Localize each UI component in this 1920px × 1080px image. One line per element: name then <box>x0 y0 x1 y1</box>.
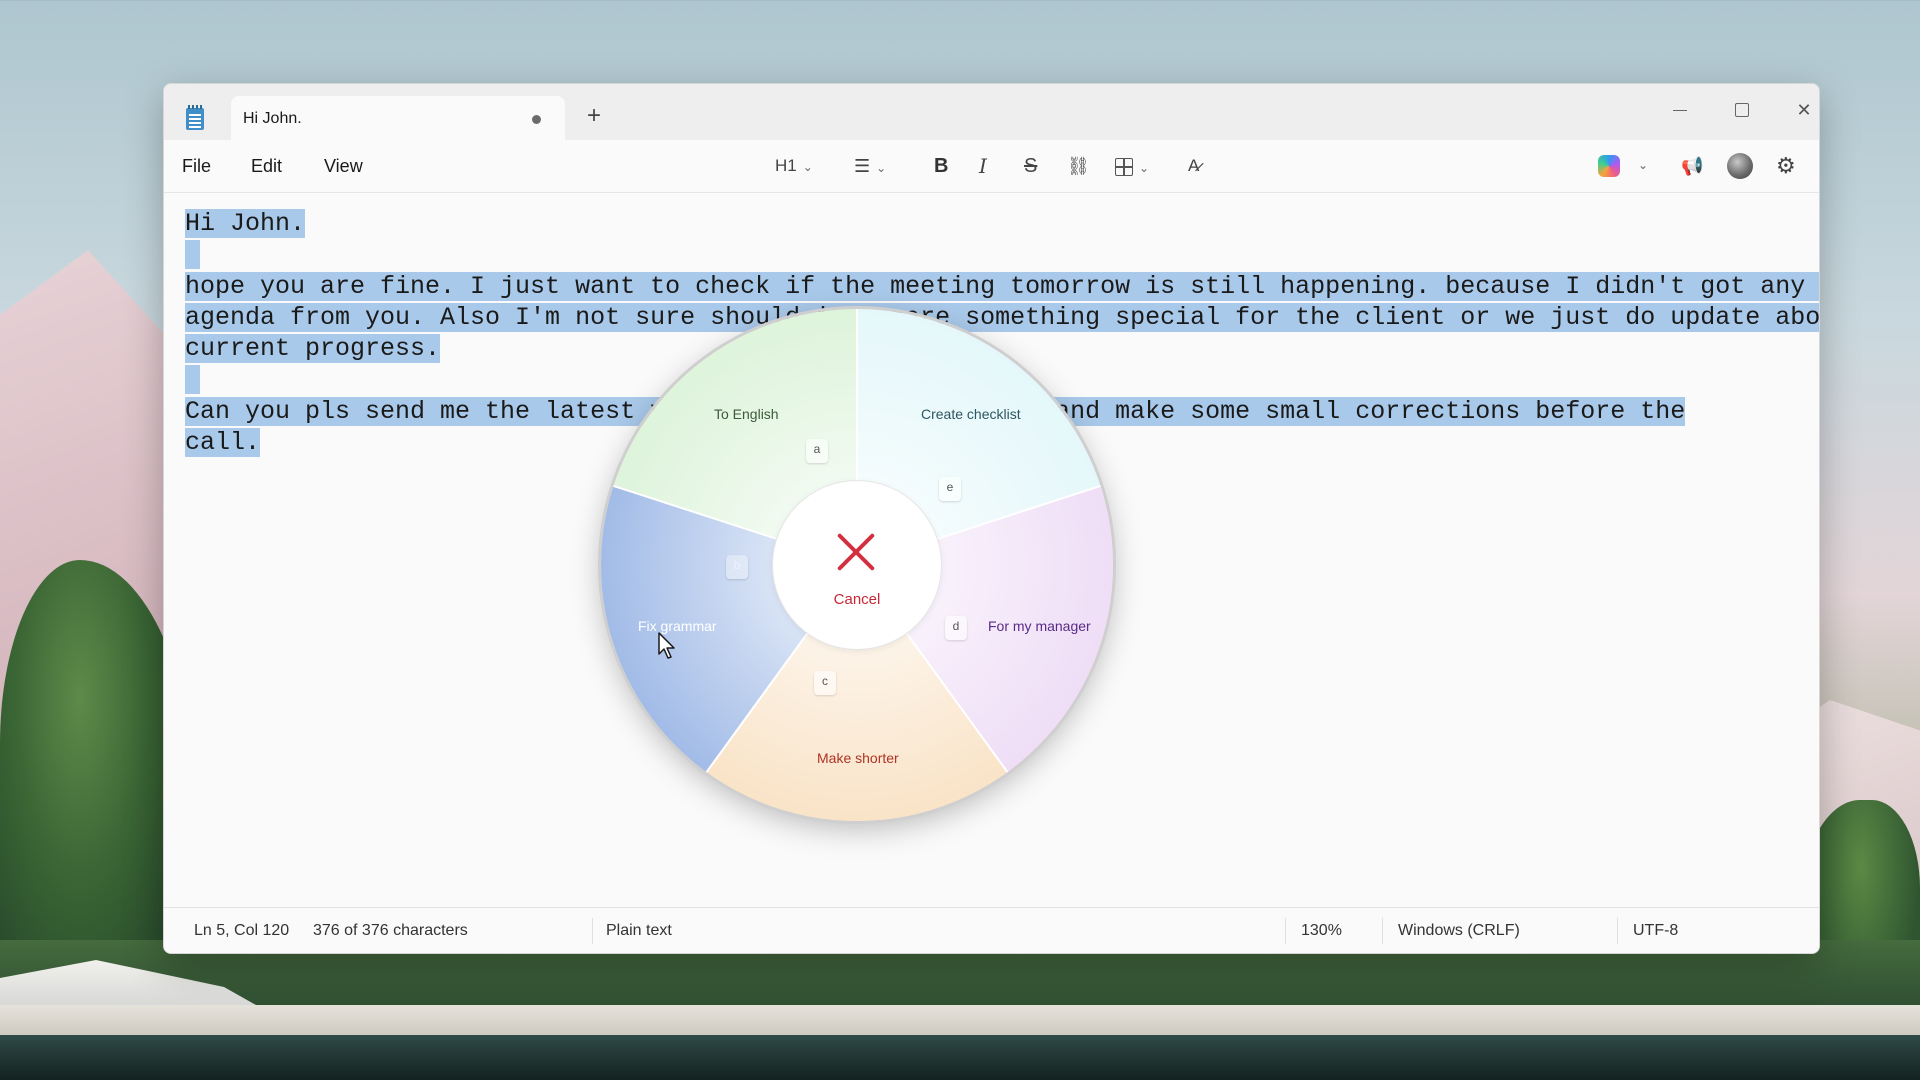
shortcut-key-c: c <box>814 671 836 695</box>
heading-dropdown[interactable]: H1 ⌄ <box>775 152 813 180</box>
create-checklist-option[interactable]: Create checklist <box>921 406 1021 422</box>
menu-file[interactable]: File <box>182 156 211 177</box>
cancel-label: Cancel <box>833 591 881 608</box>
title-bar: Hi John. + ✕ <box>164 84 1819 140</box>
chevron-down-icon: ⌄ <box>1139 161 1150 175</box>
shortcut-key-a: a <box>806 439 828 463</box>
avatar[interactable] <box>1727 153 1753 179</box>
menu-view[interactable]: View <box>324 156 363 177</box>
unsaved-dot-icon[interactable] <box>532 115 541 124</box>
shortcut-key-d: d <box>945 616 967 640</box>
status-bar: Ln 5, Col 120 376 of 376 characters Plai… <box>164 907 1819 953</box>
cancel-button[interactable]: Cancel <box>773 481 941 649</box>
notepad-app-icon <box>186 105 204 130</box>
mouse-cursor-icon <box>658 632 675 659</box>
bold-button[interactable]: B <box>934 152 948 180</box>
clear-formatting-icon[interactable]: A̷ <box>1188 152 1199 180</box>
table-dropdown[interactable]: ⌄ <box>1115 152 1149 180</box>
status-divider <box>1285 918 1286 944</box>
strikethrough-button[interactable]: S <box>1024 152 1037 180</box>
wallpaper-water <box>0 1035 1920 1080</box>
italic-button[interactable]: I <box>979 152 987 180</box>
heading-label: H1 <box>775 156 797 175</box>
wallpaper-shore <box>0 1005 1920 1035</box>
text-line: agenda from you. Also I'm not sure shoul… <box>185 302 1819 333</box>
file-format[interactable]: Plain text <box>606 922 672 940</box>
encoding[interactable]: UTF-8 <box>1633 922 1678 940</box>
text-line <box>185 239 1805 270</box>
cursor-position: Ln 5, Col 120 <box>194 922 290 939</box>
close-button[interactable]: ✕ <box>1781 96 1819 124</box>
status-divider <box>592 918 593 944</box>
link-icon[interactable]: ⛓ <box>1067 152 1090 180</box>
to-english-option[interactable]: To English <box>714 406 779 422</box>
status-divider <box>1617 918 1618 944</box>
shortcut-key-b: b <box>726 555 748 579</box>
list-dropdown[interactable]: ☰ ⌄ <box>854 152 886 180</box>
new-tab-button[interactable]: + <box>587 104 601 128</box>
line-ending[interactable]: Windows (CRLF) <box>1398 922 1520 940</box>
shortcut-key-e: e <box>939 477 961 501</box>
tab-title: Hi John. <box>243 110 302 127</box>
copilot-icon[interactable] <box>1598 155 1620 177</box>
ai-radial-menu: To English a Create checklist e For my m… <box>601 309 1113 821</box>
chevron-down-icon: ⌄ <box>802 160 813 174</box>
menu-edit[interactable]: Edit <box>251 156 282 177</box>
chevron-down-icon: ⌄ <box>876 161 887 175</box>
for-my-manager-option[interactable]: For my manager <box>988 618 1091 634</box>
table-icon <box>1115 158 1133 177</box>
bulleted-list-icon: ☰ <box>854 156 871 176</box>
menu-toolbar: File Edit View H1 ⌄ ☰ ⌄ B I S ⛓ ⌄ A̷ ⌄ 📢 ⚙ <box>164 140 1819 193</box>
zoom-level[interactable]: 130% <box>1301 922 1342 940</box>
minimize-button[interactable] <box>1657 96 1703 124</box>
close-icon <box>835 531 877 573</box>
make-shorter-option[interactable]: Make shorter <box>817 750 899 766</box>
text-line: Hi John. <box>185 209 306 238</box>
gear-icon[interactable]: ⚙ <box>1776 152 1796 180</box>
text-line: hope you are fine. I just want to check … <box>185 271 1819 302</box>
megaphone-icon[interactable]: 📢 <box>1681 152 1703 180</box>
maximize-button[interactable] <box>1719 96 1765 124</box>
fix-grammar-option[interactable]: Fix grammar <box>638 618 717 634</box>
tab-hi-john[interactable]: Hi John. <box>231 96 565 140</box>
chevron-down-icon[interactable]: ⌄ <box>1638 158 1648 172</box>
character-count: 376 of 376 characters <box>313 922 468 939</box>
status-divider <box>1382 918 1383 944</box>
